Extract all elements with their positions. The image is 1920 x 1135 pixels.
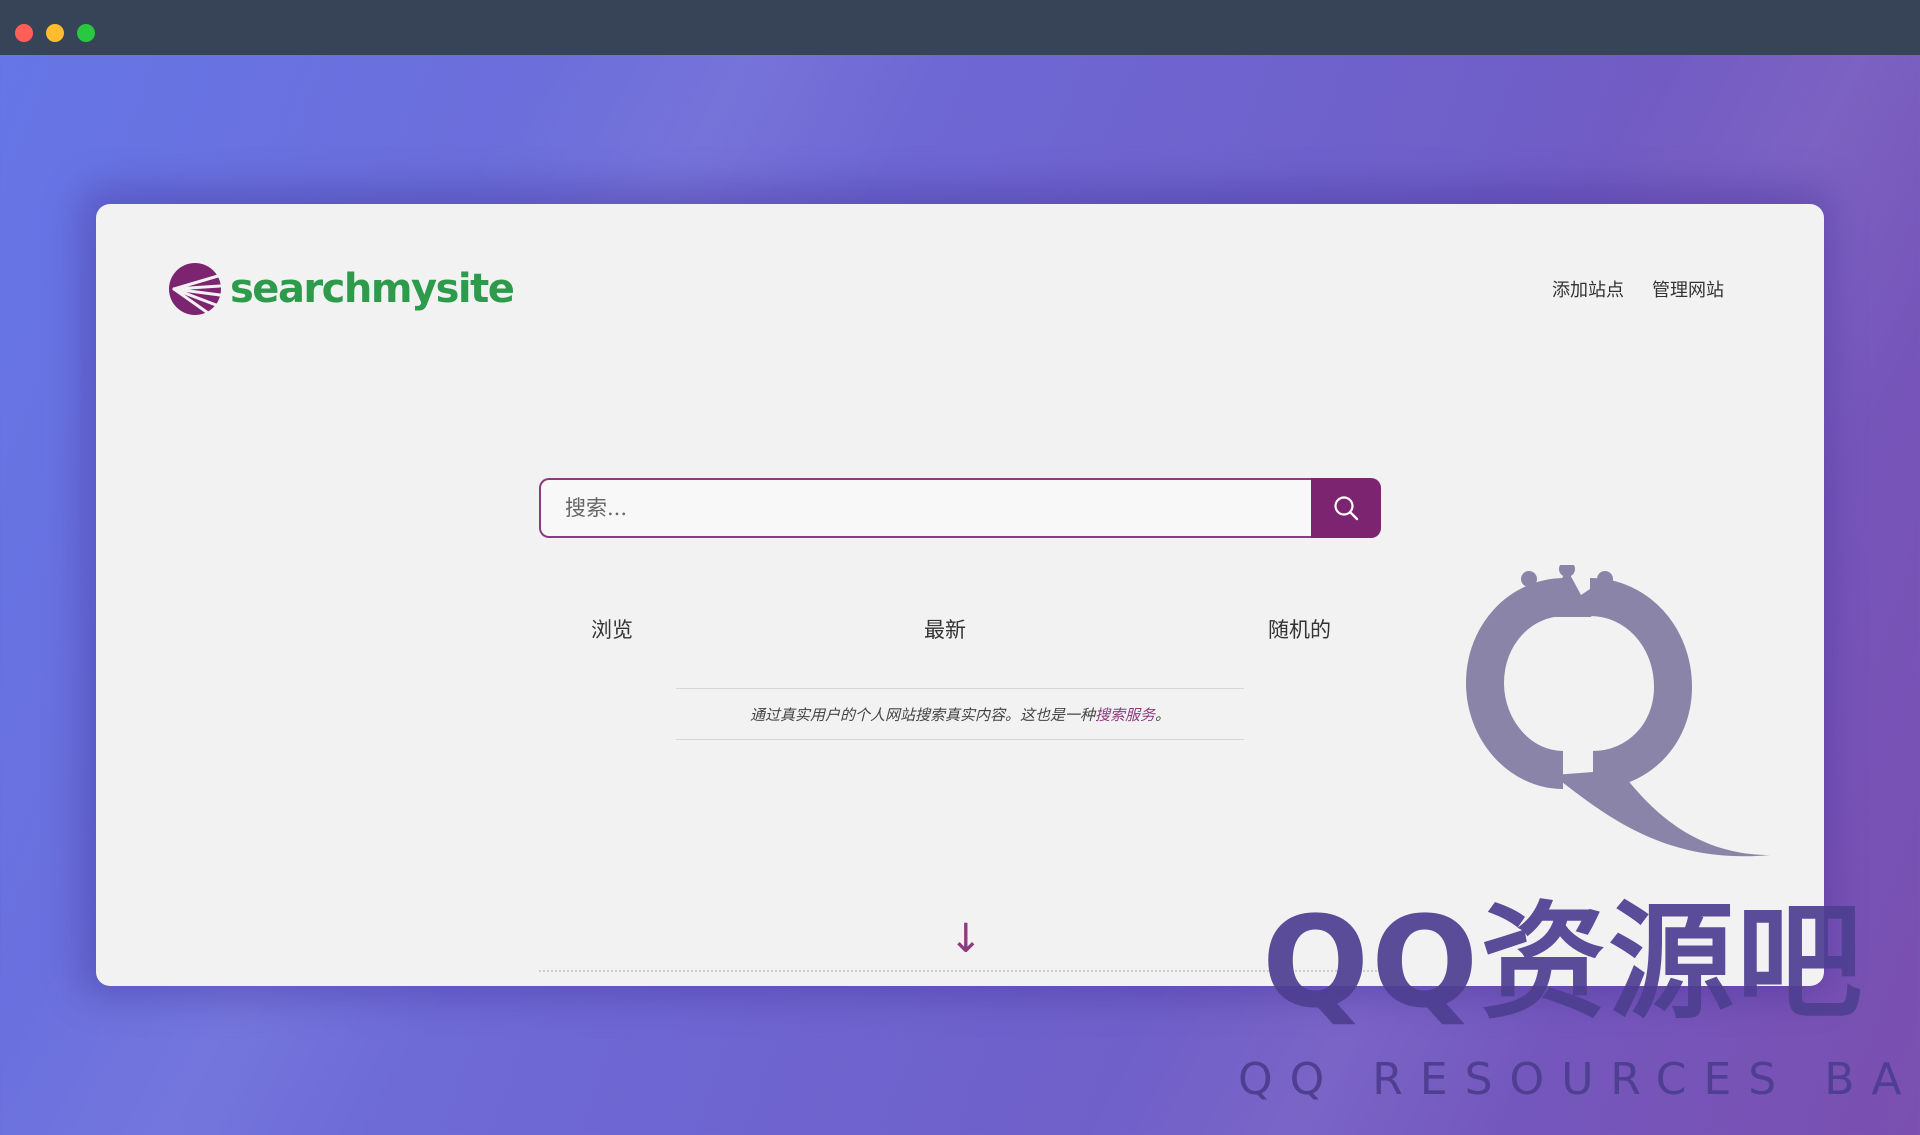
tab-newest[interactable]: 最新	[924, 614, 966, 644]
window-titlebar	[0, 0, 1920, 55]
tagline-text: 通过真实用户的个人网站搜索真实内容。这也是一种	[749, 705, 1095, 724]
tagline-end: 。	[1155, 705, 1171, 724]
search-bar	[539, 478, 1381, 538]
top-nav: 添加站点 管理网站	[1552, 276, 1724, 302]
site-tagline: 通过真实用户的个人网站搜索真实内容。这也是一种 搜索服务。	[676, 688, 1244, 740]
section-divider	[539, 970, 1381, 972]
watermark-subtitle: QQ RESOURCES BAR	[1238, 1054, 1920, 1105]
search-icon	[1334, 496, 1359, 521]
search-service-link[interactable]: 搜索服务	[1095, 704, 1155, 725]
scroll-down-icon[interactable]: ↓	[949, 916, 983, 962]
tab-browse[interactable]: 浏览	[591, 614, 633, 644]
close-window-button[interactable]	[15, 24, 33, 42]
add-site-link[interactable]: 添加站点	[1552, 276, 1624, 302]
logo-text: searchmysite	[230, 266, 515, 312]
manage-site-link[interactable]: 管理网站	[1652, 276, 1724, 302]
logo-mark-icon	[169, 263, 222, 315]
tab-random[interactable]: 随机的	[1268, 614, 1331, 644]
search-button[interactable]	[1311, 478, 1381, 538]
search-input[interactable]	[539, 478, 1311, 538]
maximize-window-button[interactable]	[77, 24, 95, 42]
watermark-crown-q-icon	[1465, 565, 1770, 857]
watermark-title: QQ资源吧	[1262, 889, 1865, 1036]
minimize-window-button[interactable]	[46, 24, 64, 42]
site-logo[interactable]: searchmysite	[168, 262, 515, 316]
